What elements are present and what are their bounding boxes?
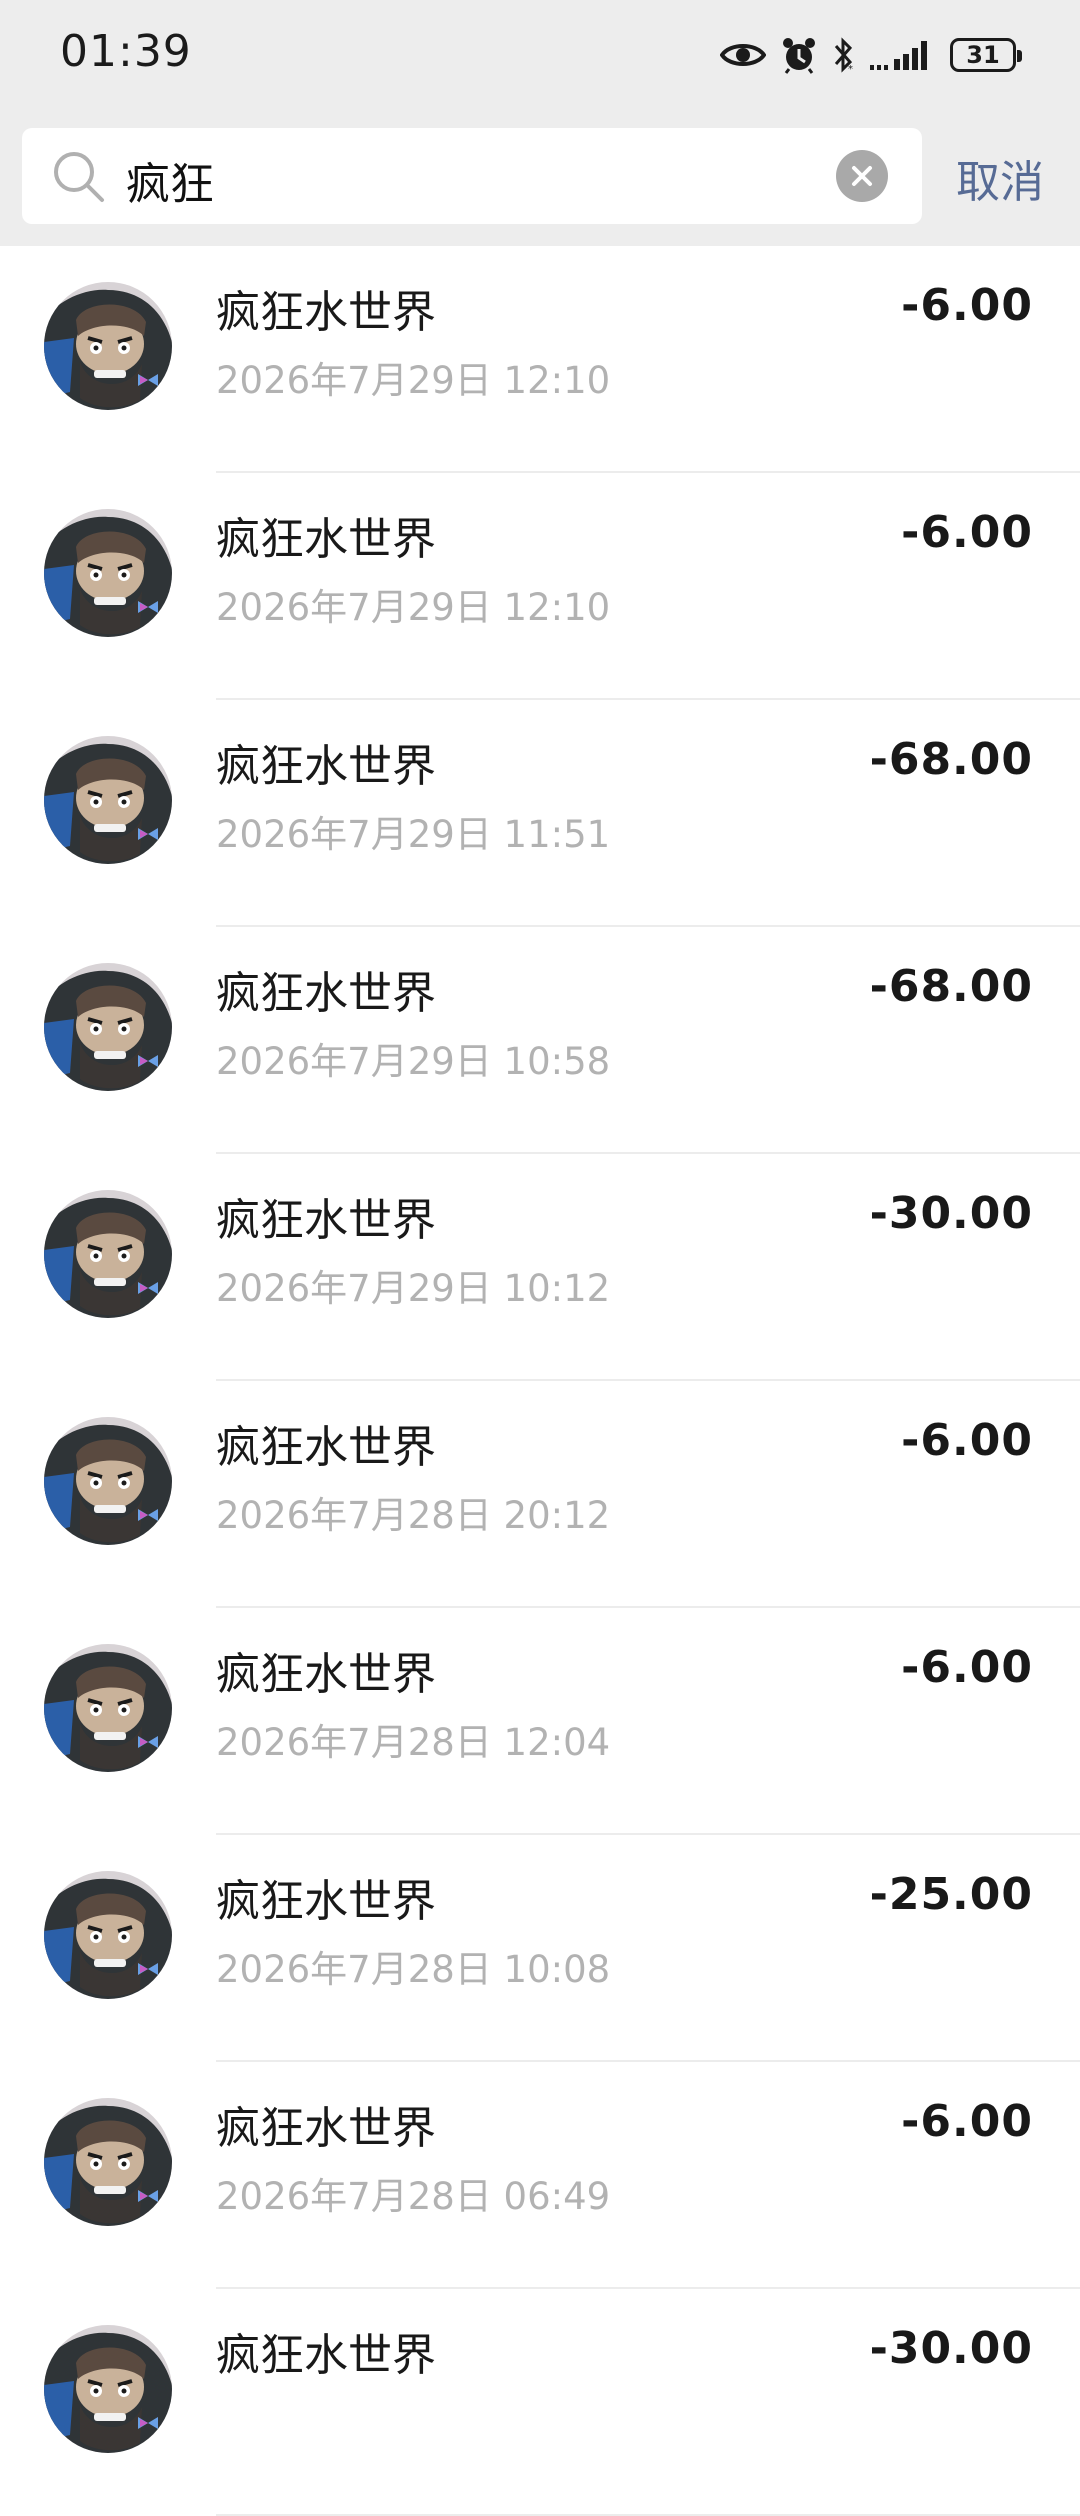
transaction-date: 2026年7月29日 12:10 bbox=[216, 586, 611, 629]
signal-icon bbox=[870, 41, 927, 70]
transaction-date: 2026年7月29日 11:51 bbox=[216, 813, 611, 856]
transaction-date: 2026年7月28日 06:49 bbox=[216, 2175, 611, 2218]
transaction-amount: -6.00 bbox=[901, 1642, 1033, 1693]
list-item[interactable]: 疯狂水世界 2026年7月29日 10:58 -68.00 bbox=[0, 927, 1080, 1154]
merchant-name: 疯狂水世界 bbox=[216, 1649, 436, 1700]
list-item[interactable]: 疯狂水世界 2026年7月28日 06:49 -6.00 bbox=[0, 2062, 1080, 2289]
list-item[interactable]: 疯狂水世界 2026年7月29日 11:51 -68.00 bbox=[0, 700, 1080, 927]
merchant-name: 疯狂水世界 bbox=[216, 2103, 436, 2154]
transaction-date: 2026年7月28日 10:08 bbox=[216, 1948, 611, 1991]
avatar bbox=[44, 1871, 172, 1999]
transaction-amount: -6.00 bbox=[901, 1415, 1033, 1466]
avatar bbox=[44, 736, 172, 864]
merchant-name: 疯狂水世界 bbox=[216, 968, 436, 1019]
header: 01:39 * 31 疯狂 取消 bbox=[0, 0, 1080, 246]
avatar-icon bbox=[44, 1871, 172, 1999]
transaction-amount: -68.00 bbox=[869, 734, 1033, 785]
list-item[interactable]: 疯狂水世界 2026年7月29日 12:10 -6.00 bbox=[0, 246, 1080, 473]
transaction-amount: -6.00 bbox=[901, 280, 1033, 331]
battery-level: 31 bbox=[966, 41, 1000, 69]
avatar-icon bbox=[44, 736, 172, 864]
transaction-date: 2026年7月29日 12:10 bbox=[216, 359, 611, 402]
close-icon bbox=[852, 166, 872, 186]
cancel-button[interactable]: 取消 bbox=[956, 146, 1044, 210]
merchant-name: 疯狂水世界 bbox=[216, 287, 436, 338]
list-item[interactable]: 疯狂水世界 -30.00 bbox=[0, 2289, 1080, 2516]
transaction-amount: -30.00 bbox=[869, 1188, 1033, 1239]
bluetooth-icon: * bbox=[834, 37, 853, 74]
merchant-name: 疯狂水世界 bbox=[216, 1876, 436, 1927]
transaction-amount: -6.00 bbox=[901, 2096, 1033, 2147]
avatar bbox=[44, 509, 172, 637]
avatar-icon bbox=[44, 2325, 172, 2453]
transaction-date: 2026年7月29日 10:12 bbox=[216, 1267, 611, 1310]
merchant-name: 疯狂水世界 bbox=[216, 1422, 436, 1473]
transaction-date: 2026年7月29日 10:58 bbox=[216, 1040, 611, 1083]
avatar-icon bbox=[44, 1644, 172, 1772]
merchant-name: 疯狂水世界 bbox=[216, 2330, 436, 2381]
avatar bbox=[44, 282, 172, 410]
eye-icon bbox=[720, 44, 766, 66]
avatar bbox=[44, 1417, 172, 1545]
transaction-date: 2026年7月28日 20:12 bbox=[216, 1494, 611, 1537]
search-query[interactable]: 疯狂 bbox=[126, 148, 214, 212]
transaction-amount: -6.00 bbox=[901, 507, 1033, 558]
avatar-icon bbox=[44, 1417, 172, 1545]
search-icon bbox=[54, 152, 104, 202]
transaction-amount: -25.00 bbox=[869, 1869, 1033, 1920]
avatar bbox=[44, 963, 172, 1091]
list-item[interactable]: 疯狂水世界 2026年7月29日 12:10 -6.00 bbox=[0, 473, 1080, 700]
merchant-name: 疯狂水世界 bbox=[216, 741, 436, 792]
avatar-icon bbox=[44, 2098, 172, 2226]
avatar-icon bbox=[44, 509, 172, 637]
list-item[interactable]: 疯狂水世界 2026年7月28日 10:08 -25.00 bbox=[0, 1835, 1080, 2062]
avatar-icon bbox=[44, 963, 172, 1091]
status-icons: * 31 bbox=[720, 32, 1022, 78]
avatar bbox=[44, 2325, 172, 2453]
status-time: 01:39 bbox=[60, 26, 192, 77]
list-item[interactable]: 疯狂水世界 2026年7月28日 12:04 -6.00 bbox=[0, 1608, 1080, 1835]
avatar-icon bbox=[44, 1190, 172, 1318]
merchant-name: 疯狂水世界 bbox=[216, 514, 436, 565]
svg-text:*: * bbox=[848, 64, 853, 74]
transaction-list: 疯狂水世界 2026年7月29日 12:10 -6.00 疯狂水世界 2026年… bbox=[0, 246, 1080, 2516]
clear-search-button[interactable] bbox=[836, 150, 888, 202]
list-item[interactable]: 疯狂水世界 2026年7月28日 20:12 -6.00 bbox=[0, 1381, 1080, 1608]
search-input[interactable]: 疯狂 bbox=[22, 128, 922, 224]
merchant-name: 疯狂水世界 bbox=[216, 1195, 436, 1246]
transaction-date: 2026年7月28日 12:04 bbox=[216, 1721, 611, 1764]
transaction-amount: -30.00 bbox=[869, 2323, 1033, 2374]
avatar-icon bbox=[44, 282, 172, 410]
list-item[interactable]: 疯狂水世界 2026年7月29日 10:12 -30.00 bbox=[0, 1154, 1080, 1381]
transaction-amount: -68.00 bbox=[869, 961, 1033, 1012]
avatar bbox=[44, 2098, 172, 2226]
status-bar: 01:39 * 31 bbox=[0, 0, 1080, 110]
battery-icon: 31 bbox=[950, 38, 1022, 72]
avatar bbox=[44, 1644, 172, 1772]
avatar bbox=[44, 1190, 172, 1318]
alarm-icon bbox=[783, 38, 815, 74]
